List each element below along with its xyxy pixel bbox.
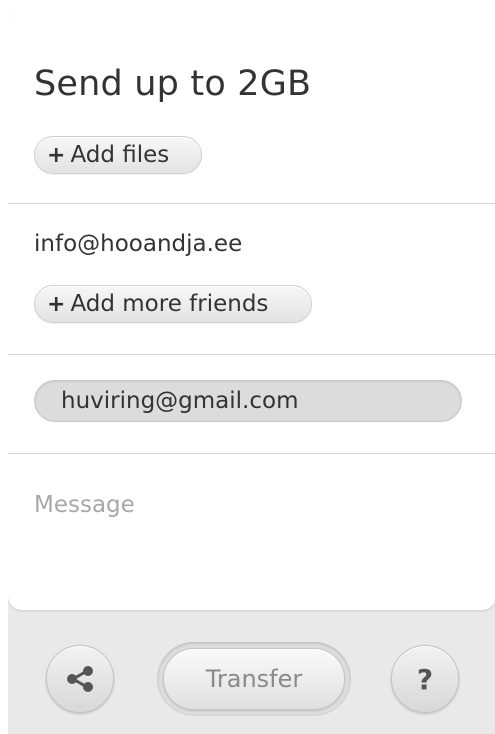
recipient-email: info@hooandja.ee: [34, 231, 243, 257]
divider: [8, 453, 495, 454]
sender-email-value: huviring@gmail.com: [61, 388, 299, 414]
add-files-label: Add files: [70, 142, 170, 168]
transfer-form-card: Send up to 2GB + Add files info@hooandja…: [8, 8, 495, 610]
add-more-friends-button[interactable]: + Add more friends: [34, 285, 312, 323]
divider: [8, 354, 495, 355]
transfer-panel: Send up to 2GB + Add files info@hooandja…: [8, 8, 495, 734]
sender-email-field[interactable]: huviring@gmail.com: [34, 380, 462, 422]
add-more-friends-label: Add more friends: [70, 291, 269, 317]
plus-icon: +: [47, 291, 66, 317]
help-icon: ?: [416, 662, 434, 696]
divider: [8, 203, 495, 204]
add-files-button[interactable]: + Add files: [34, 136, 202, 174]
message-field[interactable]: Message: [34, 492, 135, 518]
plus-icon: +: [47, 142, 66, 168]
help-button[interactable]: ?: [391, 645, 459, 713]
transfer-button[interactable]: Transfer: [163, 648, 345, 710]
page-title: Send up to 2GB: [34, 64, 312, 104]
share-button[interactable]: [46, 645, 114, 713]
share-icon: [67, 666, 93, 692]
